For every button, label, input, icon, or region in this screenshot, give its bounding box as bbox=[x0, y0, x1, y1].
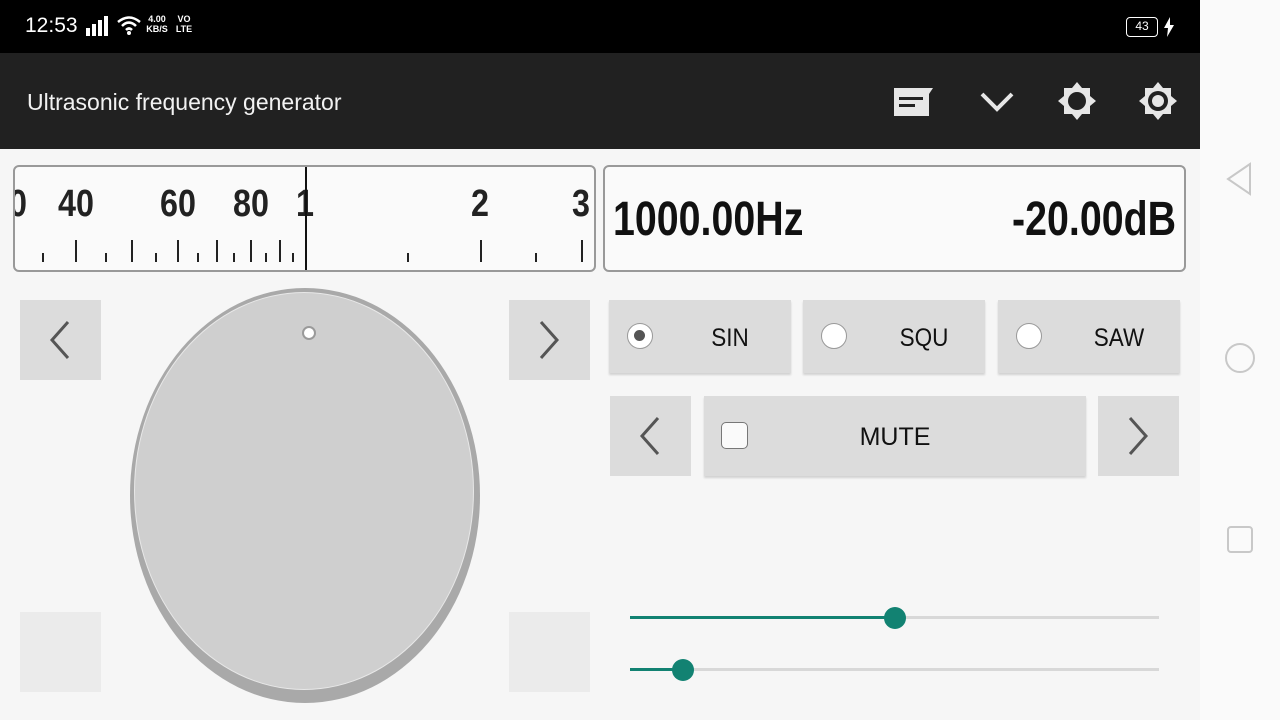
brightness-icon[interactable] bbox=[1057, 81, 1097, 121]
scale-tick bbox=[250, 240, 252, 262]
status-time: 12:53 bbox=[25, 14, 78, 37]
knob-indicator-dot bbox=[302, 326, 316, 340]
network-speed: 4.00 KB/S bbox=[146, 14, 168, 34]
scale-tick bbox=[480, 240, 482, 262]
status-bar: 12:53 4.00 KB/S VO LTE 43 bbox=[0, 0, 1200, 53]
waveform-squ-button[interactable]: SQU bbox=[803, 300, 985, 373]
scale-tick bbox=[279, 240, 281, 262]
wifi-icon bbox=[117, 16, 141, 35]
level-readout: -20.00dB bbox=[1011, 193, 1176, 246]
settings-icon[interactable] bbox=[1138, 81, 1178, 121]
scale-tick bbox=[177, 240, 179, 262]
waveform-saw-label: SAW bbox=[1093, 324, 1145, 352]
volume-slider[interactable] bbox=[630, 655, 1159, 685]
signal-icon bbox=[86, 16, 108, 36]
waveform-sin-button[interactable]: SIN bbox=[609, 300, 791, 373]
radio-sin[interactable] bbox=[627, 323, 653, 349]
level-increase-button[interactable] bbox=[1098, 396, 1179, 476]
scale-tick bbox=[155, 253, 157, 262]
waveform-saw-button[interactable]: SAW bbox=[998, 300, 1180, 373]
recent-apps-icon[interactable] bbox=[1224, 522, 1256, 556]
slider-thumb[interactable] bbox=[883, 607, 906, 629]
waveform-squ-label: SQU bbox=[899, 324, 949, 352]
scale-tick bbox=[105, 253, 107, 262]
network-speed-unit: KB/S bbox=[146, 24, 168, 34]
message-icon[interactable] bbox=[893, 81, 933, 121]
volte-top: VO bbox=[177, 14, 191, 24]
scale-tick bbox=[216, 240, 218, 262]
scale-tick bbox=[407, 253, 409, 262]
frequency-decrease-button[interactable] bbox=[20, 300, 101, 380]
scale-cursor bbox=[305, 167, 307, 270]
scale-label: 3 bbox=[572, 183, 590, 225]
blank-button-right[interactable] bbox=[509, 612, 590, 692]
chevron-left-icon bbox=[639, 417, 660, 455]
scale-label: 0 bbox=[15, 185, 27, 223]
scale-tick bbox=[197, 253, 199, 262]
app-bar: Ultrasonic frequency generator bbox=[0, 53, 1200, 149]
network-speed-value: 4.00 bbox=[148, 14, 166, 24]
frequency-increase-button[interactable] bbox=[509, 300, 590, 380]
charging-icon bbox=[1164, 17, 1174, 37]
back-icon[interactable] bbox=[1224, 162, 1256, 196]
scale-tick bbox=[131, 240, 133, 262]
waveform-sin-label: SIN bbox=[711, 324, 749, 352]
frequency-knob[interactable] bbox=[130, 288, 480, 703]
volte-bottom: LTE bbox=[175, 24, 193, 34]
scale-label: 2 bbox=[471, 183, 489, 225]
slider-fill bbox=[630, 616, 895, 619]
readout-display: 1000.00Hz -20.00dB bbox=[603, 165, 1186, 272]
knob-face bbox=[134, 292, 474, 690]
slider-thumb[interactable] bbox=[671, 659, 694, 681]
scale-tick bbox=[75, 240, 77, 262]
slider-track bbox=[630, 668, 1159, 671]
frequency-scale[interactable]: 0 40 60 80 1 2 3 bbox=[13, 165, 596, 272]
chevron-down-icon[interactable] bbox=[977, 81, 1017, 121]
level-decrease-button[interactable] bbox=[610, 396, 691, 476]
mute-button[interactable]: MUTE bbox=[704, 396, 1086, 476]
chevron-right-icon bbox=[1128, 417, 1149, 455]
scale-label: 60 bbox=[160, 183, 196, 225]
scale-tick bbox=[233, 253, 235, 262]
scale-tick bbox=[265, 253, 267, 262]
frequency-slider[interactable] bbox=[630, 603, 1159, 633]
scale-tick bbox=[292, 253, 294, 262]
scale-label: 80 bbox=[233, 183, 269, 225]
volte-indicator: VO LTE bbox=[173, 14, 195, 34]
frequency-readout: 1000.00Hz bbox=[613, 193, 804, 246]
mute-label: MUTE bbox=[859, 423, 931, 451]
scale-tick bbox=[42, 253, 44, 262]
system-nav-bar bbox=[1200, 0, 1280, 720]
chevron-left-icon bbox=[49, 321, 70, 359]
blank-button-left[interactable] bbox=[20, 612, 101, 692]
scale-tick bbox=[581, 240, 583, 262]
chevron-right-icon bbox=[539, 321, 560, 359]
home-icon[interactable] bbox=[1224, 341, 1256, 375]
battery-indicator: 43 bbox=[1126, 17, 1158, 37]
scale-tick bbox=[535, 253, 537, 262]
radio-saw[interactable] bbox=[1016, 323, 1042, 349]
radio-squ[interactable] bbox=[821, 323, 847, 349]
scale-label: 40 bbox=[58, 183, 94, 225]
app-title: Ultrasonic frequency generator bbox=[27, 89, 342, 115]
